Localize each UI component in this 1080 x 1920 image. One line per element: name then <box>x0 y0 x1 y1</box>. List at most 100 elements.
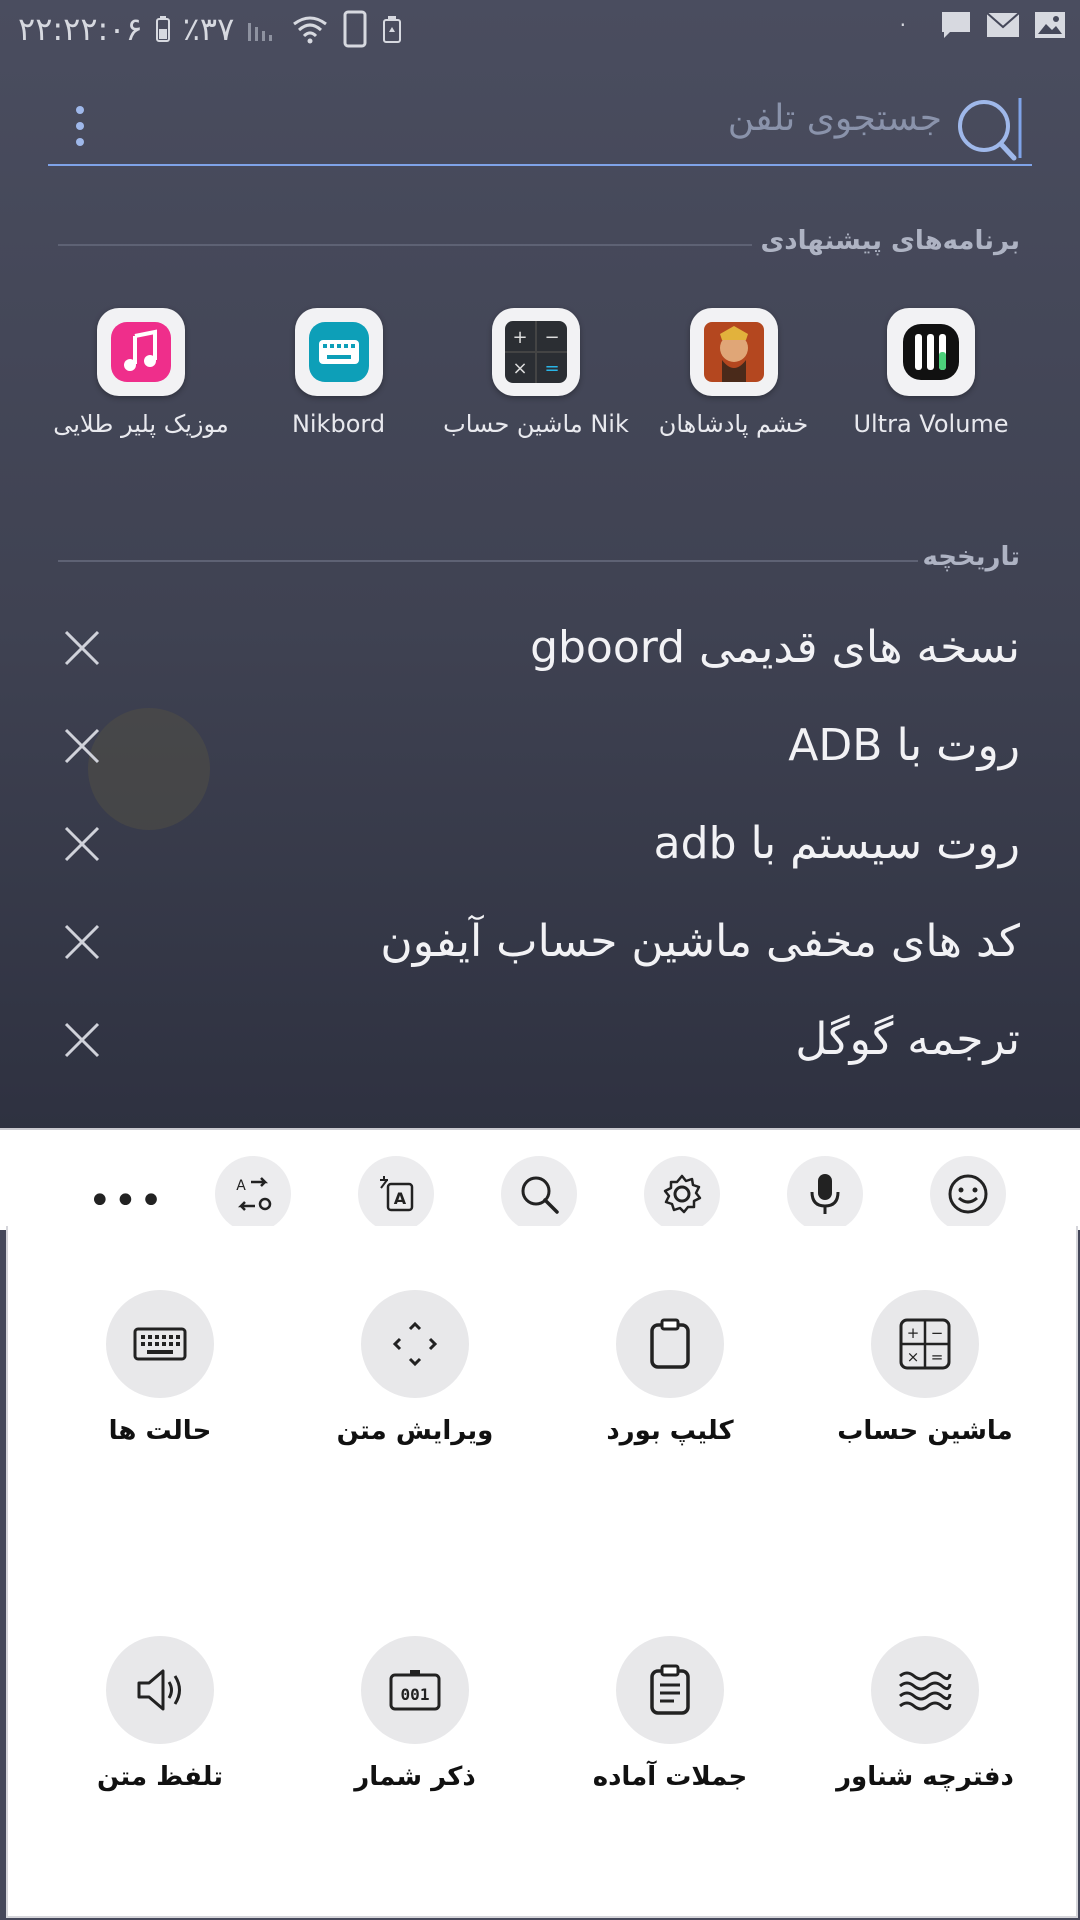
tool-floating-notes[interactable]: دفترچه شناور <box>810 1636 1040 1792</box>
history-title: تاریخچه <box>922 542 1021 572</box>
svg-text:001: 001 <box>401 1685 430 1704</box>
phone-search-bar[interactable]: جستجوی تلفن <box>48 92 1032 166</box>
mail-icon <box>986 12 1020 37</box>
microphone-icon <box>810 1174 840 1214</box>
history-item-text[interactable]: روت سیستم با adb <box>654 818 1020 869</box>
tool-clipboard-circle <box>616 1290 724 1398</box>
ultra-volume-icon <box>887 308 975 396</box>
tool-ready-sentences-circle <box>616 1636 724 1744</box>
tool-label: ویرایش متن <box>336 1416 494 1446</box>
keyboard-icon <box>294 308 383 396</box>
more-vert-icon[interactable] <box>72 102 88 150</box>
translate-button[interactable]: A <box>358 1156 434 1232</box>
close-icon[interactable] <box>62 726 102 766</box>
voice-button[interactable] <box>787 1156 863 1232</box>
tool-label: کلیپ بورد <box>606 1416 734 1446</box>
tool-floating-notes-circle <box>871 1636 979 1744</box>
keyboard-search-button[interactable] <box>501 1156 577 1232</box>
svg-text:×: × <box>512 358 527 379</box>
dot-icon: · <box>899 13 906 37</box>
app-ultra-volume[interactable]: Ultra Volume <box>836 300 1026 460</box>
svg-text:−: − <box>544 327 559 348</box>
convert-button[interactable]: A <box>215 1156 291 1232</box>
keyboard-tools-panel: + − × = ماشین حساب کلیپ بورد ویرایش متن حال… <box>6 1226 1078 1918</box>
counter-icon: 001 <box>389 1670 441 1711</box>
app-king-wrath[interactable]: خشم پادشاهان <box>639 300 829 460</box>
history-item[interactable]: روت با ADB <box>0 704 1080 802</box>
emoji-button[interactable] <box>930 1156 1006 1232</box>
tool-text-edit[interactable]: ویرایش متن <box>300 1290 530 1446</box>
history-item-text[interactable]: ترجمه گوگل <box>795 1014 1020 1065</box>
settings-button[interactable] <box>644 1156 720 1232</box>
waves-icon <box>899 1671 952 1711</box>
tool-modes[interactable]: حالت ها <box>45 1290 275 1446</box>
image-icon <box>1035 12 1065 38</box>
svg-text:=: = <box>931 1348 944 1366</box>
svg-text:−: − <box>931 1324 944 1342</box>
close-icon[interactable] <box>62 1020 102 1060</box>
history-item[interactable]: کد های مخفی ماشین حساب آیفون <box>0 900 1080 998</box>
phone-icon <box>343 10 367 48</box>
settings-icon <box>663 1174 702 1214</box>
app-label: Ultra Volume <box>853 410 1009 438</box>
status-left: ۲۲:۲۲:۰۶ ٪۳۷ <box>18 10 404 48</box>
music-icon <box>97 308 185 396</box>
emoji-icon <box>948 1174 988 1214</box>
history-item-text[interactable]: کد های مخفی ماشین حساب آیفون <box>380 916 1020 967</box>
tool-label: حالت ها <box>108 1416 212 1446</box>
divider <box>58 244 752 246</box>
message-icon <box>942 12 970 38</box>
svg-text:=: = <box>544 358 559 379</box>
keyboard-toolbar: A A ••• <box>0 1128 1080 1232</box>
tool-clipboard[interactable]: کلیپ بورد <box>555 1290 785 1446</box>
game-warrior-icon <box>689 308 778 396</box>
notes-icon <box>650 1664 690 1715</box>
svg-text:+: + <box>512 327 527 348</box>
battery-percent: ٪۳۷ <box>182 10 235 48</box>
keyboard-icon <box>133 1327 187 1361</box>
svg-text:×: × <box>907 1348 920 1366</box>
tool-ready-sentences[interactable]: جملات آماده <box>555 1636 785 1792</box>
status-right: · <box>900 10 1066 40</box>
close-icon[interactable] <box>62 824 102 864</box>
tool-counter-circle: 001 <box>361 1636 469 1744</box>
close-icon[interactable] <box>62 922 102 962</box>
app-label: خشم پادشاهان <box>658 410 809 438</box>
history-item[interactable]: ترجمه گوگل <box>0 998 1080 1096</box>
suggested-apps-title: برنامه‌های پیشنهادی <box>760 226 1020 256</box>
history-item-text[interactable]: روت با ADB <box>788 720 1020 771</box>
tool-label: دفترچه شناور <box>836 1762 1014 1792</box>
translate-icon: A <box>380 1176 414 1212</box>
app-label: موزیک پلیر طلایی <box>53 410 229 438</box>
svg-text:A: A <box>236 1178 246 1194</box>
close-icon[interactable] <box>62 628 102 668</box>
signal-icon <box>248 23 273 41</box>
history-item[interactable]: روت سیستم با adb <box>0 802 1080 900</box>
app-golden-music[interactable]: موزیک پلیر طلایی <box>46 300 236 460</box>
tool-counter[interactable]: 001 ذکر شمار <box>300 1636 530 1792</box>
speaker-icon <box>137 1669 181 1711</box>
history-item[interactable]: نسخه های قدیمی gboord <box>0 606 1080 704</box>
divider <box>58 560 918 562</box>
tool-speak-text[interactable]: تلفظ متن <box>45 1636 275 1792</box>
tool-calculator[interactable]: + − × = ماشین حساب <box>810 1290 1040 1446</box>
tool-label: تلفظ متن <box>96 1762 224 1792</box>
status-bar: ۲۲:۲۲:۰۶ ٪۳۷ · <box>0 0 1080 58</box>
tool-text-edit-circle <box>361 1290 469 1398</box>
suggested-apps-list: Ultra Volume خشم پادشاهان + − × = ماشین حسا… <box>46 300 1026 460</box>
more-button[interactable]: ••• <box>88 1178 165 1224</box>
app-nik-calculator[interactable]: + − × = ماشین حساب Nik <box>441 300 631 460</box>
tool-speak-text-circle <box>106 1636 214 1744</box>
app-label: Nikbord <box>291 410 386 438</box>
calculator-icon: +−× = <box>899 1318 951 1370</box>
search-input[interactable]: جستجوی تلفن <box>728 98 942 139</box>
app-nikbord[interactable]: Nikbord <box>244 300 434 460</box>
calculator-icon: +−× = <box>492 308 580 396</box>
history-item-text[interactable]: نسخه های قدیمی gboord <box>530 622 1020 673</box>
svg-text:A: A <box>394 1189 407 1208</box>
tool-label: ذکر شمار <box>354 1762 476 1792</box>
convert-icon: A <box>236 1177 272 1211</box>
battery-icon <box>155 16 170 42</box>
history-list: نسخه های قدیمی gboord روت با ADB روت سیس… <box>0 606 1080 1096</box>
wifi-icon <box>293 16 328 44</box>
